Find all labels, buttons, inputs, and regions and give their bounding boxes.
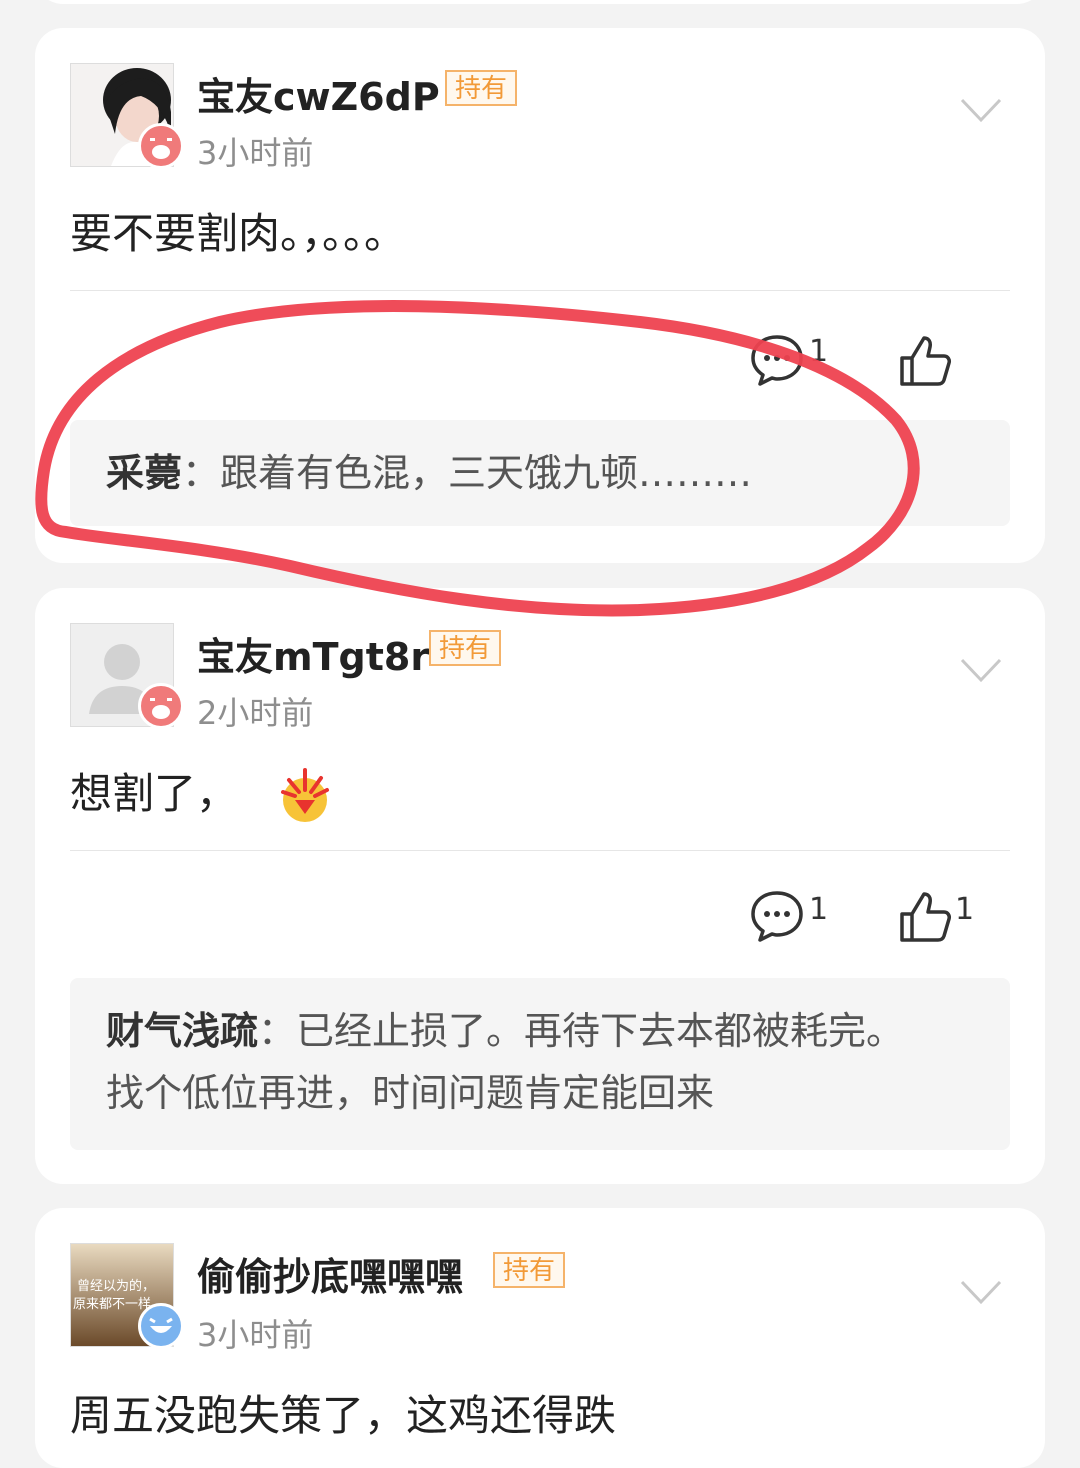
post-time: 2小时前 [197, 694, 314, 732]
divider [70, 290, 1010, 291]
reply-author[interactable]: 采薨 [106, 451, 182, 495]
reply-text: 跟着有色混，三天饿九顿……… [220, 451, 753, 495]
post-card: 宝友cwZ6dP 持有 3小时前 要不要割肉。，。。。 1 采薨：跟着有色混，三… [35, 28, 1045, 563]
post-text: 想割了， [70, 769, 239, 818]
username[interactable]: 宝友cwZ6dP [197, 66, 440, 121]
post-card: 宝友mTgt8r 持有 2小时前 想割了， 1 1 财气浅疏：已经止损了。再待下… [35, 588, 1045, 1184]
post-content: 要不要割肉。，。。。 [70, 209, 407, 258]
reply-separator: ： [258, 1009, 297, 1053]
reply-author[interactable]: 财气浅疏 [106, 1009, 258, 1053]
comment-bubble-icon[interactable] [750, 890, 804, 942]
like-count: 1 [955, 892, 975, 927]
holding-tag: 持有 [429, 630, 502, 666]
chevron-down-icon[interactable] [960, 1280, 1002, 1306]
post-content: 想割了， [70, 760, 335, 822]
chevron-down-icon[interactable] [960, 98, 1002, 124]
post-card: 曾经以为的， 原来都不一样 偷偷抄底嘿嘿嘿 持有 3小时前 周五没跑失策了，这鸡… [35, 1208, 1045, 1468]
holding-tag: 持有 [445, 70, 518, 106]
comment-count: 1 [809, 892, 829, 927]
cry-face-badge-icon [138, 123, 184, 169]
explosion-face-emoji-icon [281, 768, 330, 822]
username[interactable]: 宝友mTgt8r [197, 626, 429, 681]
chevron-down-icon[interactable] [960, 658, 1002, 684]
comment-count: 1 [809, 334, 829, 369]
avatar-text-line: 原来都不一样 [73, 1297, 151, 1312]
reply-preview[interactable]: 财气浅疏：已经止损了。再待下去本都被耗完。 找个低位再进，时间问题肯定能回来 [70, 978, 1010, 1150]
post-content: 周五没跑失策了，这鸡还得跌 [70, 1391, 617, 1440]
reply-separator: ： [182, 451, 221, 495]
thumbs-up-icon[interactable] [898, 334, 952, 388]
divider [70, 850, 1010, 851]
reply-text: 已经止损了。再待下去本都被耗完。 [296, 1009, 905, 1053]
grin-face-badge-icon [138, 1303, 184, 1349]
username[interactable]: 偷偷抄底嘿嘿嘿 [197, 1246, 463, 1301]
reply-text-continued: 找个低位再进，时间问题肯定能回来 [106, 1071, 715, 1115]
thumbs-up-icon[interactable] [898, 890, 952, 944]
holding-tag: 持有 [493, 1252, 566, 1288]
avatar-text-line: 曾经以为的， [77, 1278, 155, 1294]
post-time: 3小时前 [197, 134, 314, 172]
reply-line: 财气浅疏：已经止损了。再待下去本都被耗完。 [106, 1000, 974, 1062]
cry-face-badge-icon [138, 683, 184, 729]
comment-bubble-icon[interactable] [750, 334, 804, 386]
post-time: 3小时前 [197, 1316, 314, 1354]
reply-preview[interactable]: 采薨：跟着有色混，三天饿九顿……… [70, 420, 1010, 526]
previous-card-bottom [35, 0, 1045, 4]
